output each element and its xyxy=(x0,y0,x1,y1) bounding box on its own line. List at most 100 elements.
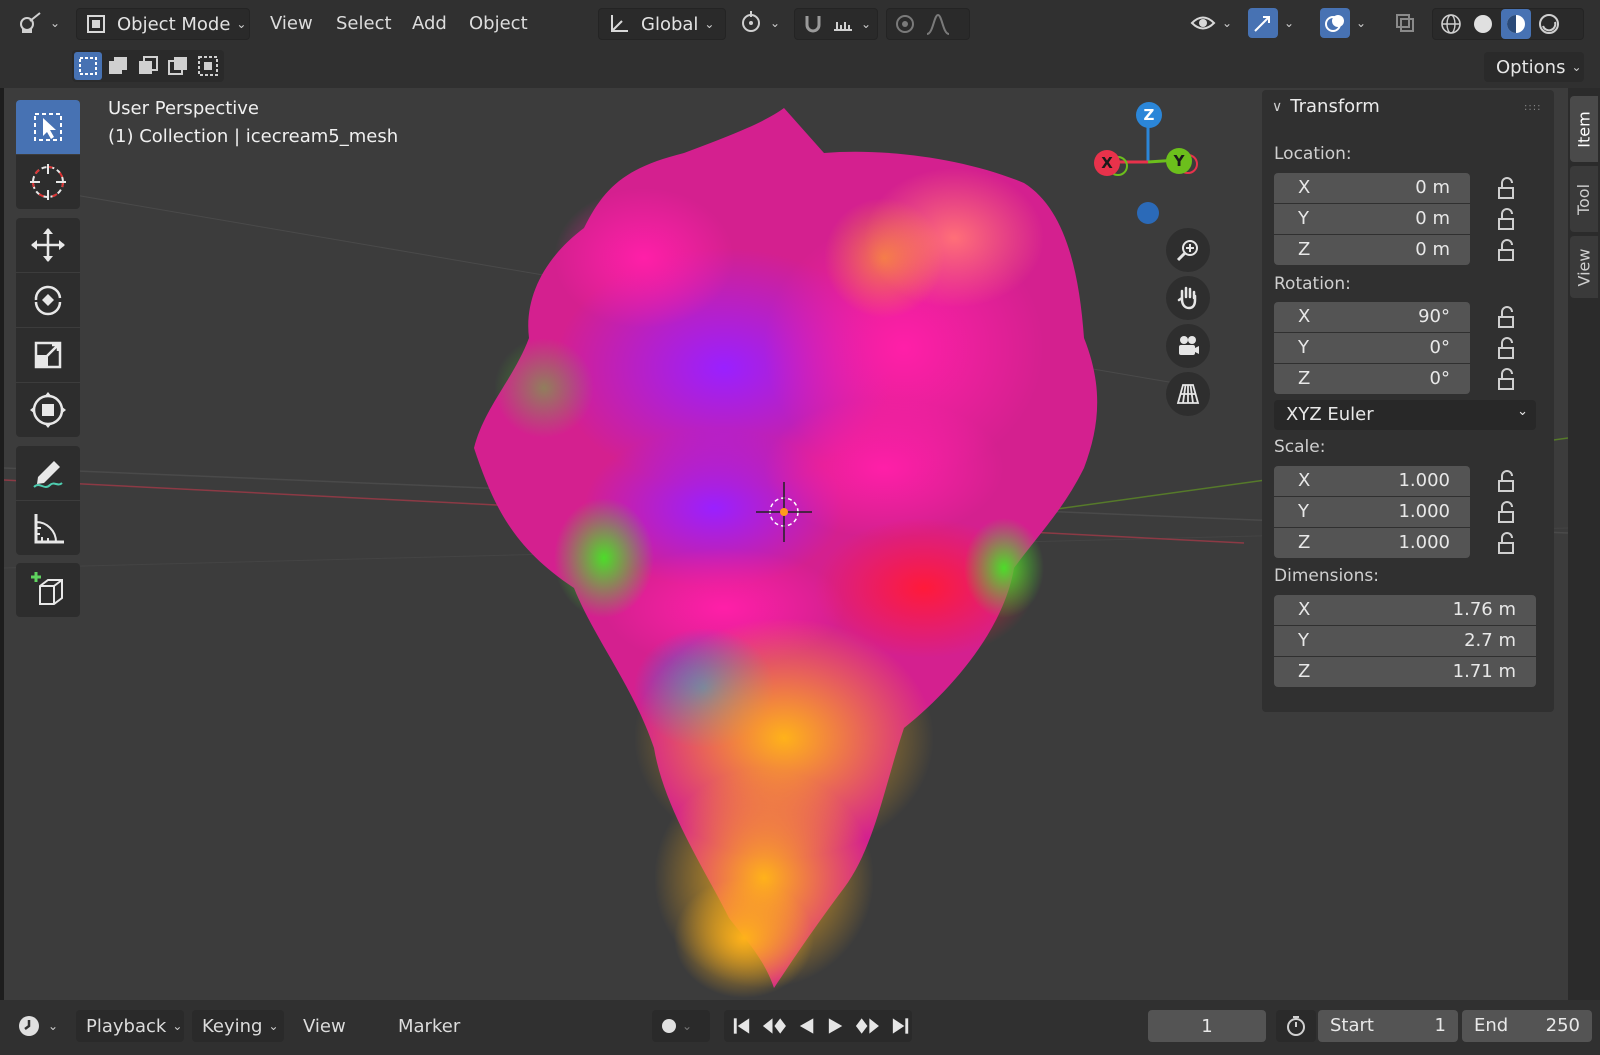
dimensions-x-field[interactable]: X 1.76 m xyxy=(1274,595,1536,625)
visibility-button[interactable]: ⌄ xyxy=(1190,8,1236,38)
transform-tool[interactable] xyxy=(16,383,80,437)
scale-x-field[interactable]: X 1.000 xyxy=(1274,466,1470,496)
menu-object[interactable]: Object xyxy=(469,8,528,38)
select-subtract-icon[interactable] xyxy=(134,52,162,80)
timeline-marker-menu[interactable]: Marker xyxy=(398,1010,460,1042)
tab-item[interactable]: Item xyxy=(1570,96,1598,162)
chevron-down-icon: ⌄ xyxy=(1517,404,1528,419)
lock-icon[interactable] xyxy=(1494,176,1520,202)
add-cube-tool[interactable] xyxy=(16,563,80,617)
playback-menu[interactable]: Playback ⌄ xyxy=(76,1010,184,1042)
auto-keying-button[interactable]: ⌄ xyxy=(652,1010,710,1042)
falloff-curve-icon[interactable] xyxy=(925,12,951,36)
select-new-icon[interactable] xyxy=(74,52,102,80)
rotation-x-value: 90° xyxy=(1418,306,1450,327)
tab-view-label: View xyxy=(1574,248,1594,286)
start-frame-field[interactable]: Start 1 xyxy=(1318,1010,1458,1042)
move-tool[interactable] xyxy=(16,218,80,272)
rotation-mode-select[interactable]: XYZ Euler ⌄ xyxy=(1274,400,1536,430)
lock-icon[interactable] xyxy=(1494,469,1520,495)
lock-icon[interactable] xyxy=(1494,207,1520,233)
axis-label: Y xyxy=(1298,630,1309,651)
mode-selector[interactable]: Object Mode ⌄ xyxy=(76,8,250,40)
tab-tool[interactable]: Tool xyxy=(1570,166,1598,232)
transform-panel-header[interactable]: ∨ Transform xyxy=(1272,96,1380,117)
gizmo-toggle-button[interactable]: ⌄ xyxy=(1248,8,1304,38)
rotation-y-field[interactable]: Y 0° xyxy=(1274,333,1470,363)
drag-handle-icon[interactable]: :::: xyxy=(1524,102,1541,113)
options-dropdown[interactable]: Options ⌄ xyxy=(1484,52,1584,82)
gizmo-x-axis[interactable]: X xyxy=(1094,150,1120,176)
gizmo-y-axis[interactable]: Y xyxy=(1166,148,1192,174)
lock-icon[interactable] xyxy=(1494,238,1520,264)
tab-view[interactable]: View xyxy=(1570,236,1598,298)
next-keyframe-icon[interactable] xyxy=(854,1014,881,1038)
pan-button[interactable] xyxy=(1166,276,1210,320)
scale-x-value: 1.000 xyxy=(1398,470,1450,491)
camera-view-button[interactable] xyxy=(1166,324,1210,368)
material-preview-icon[interactable] xyxy=(1501,9,1531,39)
editor-type-button[interactable]: ⌄ xyxy=(18,8,64,38)
pivot-point-button[interactable]: ⌄ xyxy=(738,8,784,38)
location-x-field[interactable]: X 0 m xyxy=(1274,173,1470,203)
menu-view[interactable]: View xyxy=(270,8,313,38)
annotate-tool[interactable] xyxy=(16,446,80,500)
grid-perspective-icon xyxy=(1176,384,1200,404)
solid-shading-icon[interactable] xyxy=(1471,12,1495,36)
scale-y-field[interactable]: Y 1.000 xyxy=(1274,497,1470,527)
select-extend-icon[interactable] xyxy=(104,52,132,80)
lock-icon[interactable] xyxy=(1494,305,1520,331)
clock-icon xyxy=(19,1016,39,1036)
scale-tool[interactable] xyxy=(16,328,80,382)
menu-add[interactable]: Add xyxy=(412,8,447,38)
overlays-toggle-button[interactable]: ⌄ xyxy=(1320,8,1376,38)
viewport-collection-label: (1) Collection | icecream5_mesh xyxy=(108,126,399,147)
end-frame-field[interactable]: End 250 xyxy=(1462,1010,1592,1042)
rendered-shading-icon[interactable] xyxy=(1537,12,1561,36)
lock-icon[interactable] xyxy=(1494,531,1520,557)
select-intersect-icon[interactable] xyxy=(194,52,222,80)
rotation-z-field[interactable]: Z 0° xyxy=(1274,364,1470,394)
select-box-tool[interactable] xyxy=(16,100,80,154)
lock-icon[interactable] xyxy=(1494,367,1520,393)
jump-start-icon[interactable] xyxy=(730,1014,753,1038)
rotation-x-field[interactable]: X 90° xyxy=(1274,302,1470,332)
chevron-down-icon: ⌄ xyxy=(704,17,715,31)
current-frame-field[interactable]: 1 xyxy=(1148,1010,1266,1042)
proportional-edit-icon[interactable] xyxy=(893,12,917,36)
cursor-tool[interactable] xyxy=(16,155,80,209)
xray-toggle-button[interactable] xyxy=(1394,8,1422,38)
jump-end-icon[interactable] xyxy=(889,1014,912,1038)
dimensions-y-field[interactable]: Y 2.7 m xyxy=(1274,626,1536,656)
play-reverse-icon[interactable] xyxy=(796,1014,817,1038)
orientation-selector[interactable]: Global ⌄ xyxy=(598,8,726,40)
keying-menu[interactable]: Keying ⌄ xyxy=(192,1010,284,1042)
perspective-toggle-button[interactable] xyxy=(1166,372,1210,416)
proportional-edit-group[interactable] xyxy=(886,8,970,40)
location-y-field[interactable]: Y 0 m xyxy=(1274,204,1470,234)
location-z-field[interactable]: Z 0 m xyxy=(1274,235,1470,265)
timeline-editor-type-button[interactable]: ⌄ xyxy=(16,1010,58,1042)
axis-label: Y xyxy=(1298,501,1309,522)
shading-mode-group[interactable] xyxy=(1432,8,1584,40)
rotate-tool[interactable] xyxy=(16,273,80,327)
scale-z-field[interactable]: Z 1.000 xyxy=(1274,528,1470,558)
play-icon[interactable] xyxy=(825,1014,846,1038)
lock-icon[interactable] xyxy=(1494,500,1520,526)
dimensions-z-field[interactable]: Z 1.71 m xyxy=(1274,657,1536,687)
snap-magnet-icon[interactable] xyxy=(801,12,825,36)
zoom-button[interactable] xyxy=(1166,228,1210,272)
preview-range-button[interactable] xyxy=(1276,1010,1316,1042)
options-label: Options xyxy=(1496,56,1566,78)
menu-select[interactable]: Select xyxy=(336,8,392,38)
prev-keyframe-icon[interactable] xyxy=(761,1014,788,1038)
axis-label: Y xyxy=(1298,337,1309,358)
measure-tool[interactable] xyxy=(16,501,80,555)
lock-icon[interactable] xyxy=(1494,336,1520,362)
snap-toggle-group[interactable]: ⌄ xyxy=(794,8,878,40)
select-invert-icon[interactable] xyxy=(164,52,192,80)
gizmo-z-axis[interactable]: Z xyxy=(1136,102,1162,128)
timeline-view-menu[interactable]: View xyxy=(303,1010,346,1042)
wireframe-shading-icon[interactable] xyxy=(1439,12,1463,36)
snap-increment-icon[interactable] xyxy=(831,12,855,36)
